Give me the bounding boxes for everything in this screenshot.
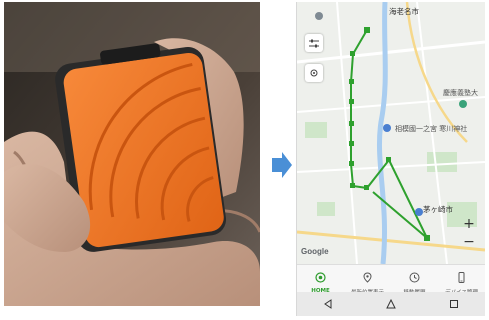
my-location-button[interactable] <box>305 64 323 82</box>
map-label-chigasaki: 茅ヶ崎市 <box>423 205 453 214</box>
tab-device-management[interactable]: デバイス管理 <box>438 265 485 296</box>
phone-screen: 海老名市 慶應義塾大 相模國一之宮 寒川神社 茅ヶ崎市 Google + − H… <box>296 2 485 316</box>
zoom-out-button[interactable]: − <box>461 234 477 250</box>
home-triangle-icon[interactable] <box>386 299 396 309</box>
zoom-in-button[interactable]: + <box>461 216 477 232</box>
device-photo-illustration <box>4 2 260 306</box>
map-label-samukawa: 相模國一之宮 寒川神社 <box>395 125 468 133</box>
filter-button[interactable] <box>305 34 323 52</box>
device-photo <box>4 2 260 306</box>
map-view[interactable]: 海老名市 慶應義塾大 相模國一之宮 寒川神社 茅ヶ崎市 Google + − <box>297 2 485 264</box>
location-pin-icon <box>362 268 373 287</box>
crosshair-icon <box>309 68 319 78</box>
tab-home[interactable]: HOME <box>297 265 344 294</box>
map-label-ebina: 海老名市 <box>389 7 419 16</box>
tab-latest-location[interactable]: 最新位置表示 <box>344 265 391 296</box>
target-icon <box>315 268 326 287</box>
google-logo: Google <box>301 247 329 256</box>
android-nav-bar <box>297 292 485 316</box>
phone-icon <box>456 268 467 287</box>
bottom-tab-bar: HOME 最新位置表示 移動履歴 <box>297 264 485 296</box>
clock-icon <box>409 268 420 287</box>
sliders-icon <box>309 39 319 48</box>
right-arrow-icon <box>272 152 292 182</box>
back-icon[interactable] <box>323 299 333 309</box>
map-label-keio: 慶應義塾大 <box>443 89 478 97</box>
tab-history[interactable]: 移動履歴 <box>391 265 438 296</box>
recents-icon[interactable] <box>449 299 459 309</box>
